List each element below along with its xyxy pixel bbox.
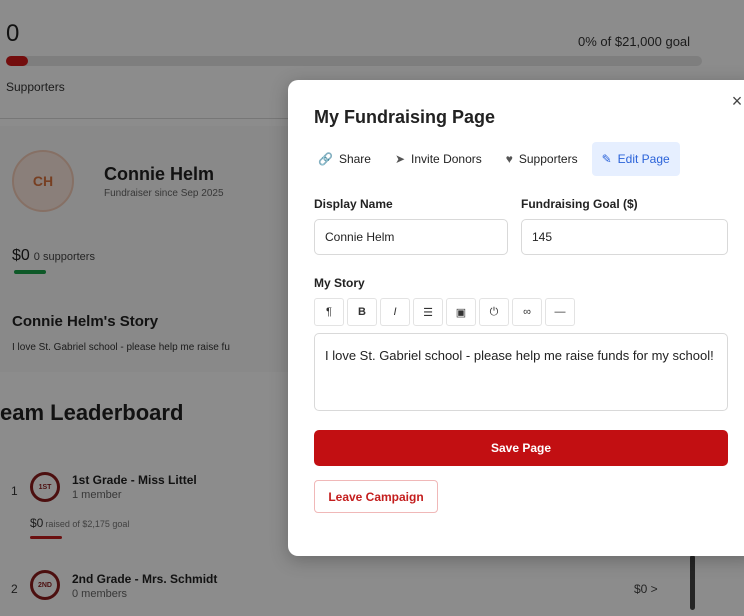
editor-toolbar: ¶ B I ☰ ▣ ⏻ ∞ — <box>314 298 575 326</box>
fundraising-goal-input[interactable] <box>521 219 728 255</box>
link-icon: 🔗 <box>318 152 333 166</box>
modal-tabs: 🔗 Share ➤ Invite Donors ♥ Supporters ✎ E… <box>308 142 680 176</box>
display-name-label: Display Name <box>314 197 393 211</box>
display-name-input[interactable] <box>314 219 508 255</box>
link-icon[interactable]: ∞ <box>512 298 542 326</box>
list-icon[interactable]: ☰ <box>413 298 443 326</box>
fundraising-page-modal: × My Fundraising Page 🔗 Share ➤ Invite D… <box>288 80 744 556</box>
tab-supporters[interactable]: ♥ Supporters <box>496 142 588 176</box>
tab-label: Edit Page <box>617 152 670 166</box>
video-icon[interactable]: ⏻ <box>479 298 509 326</box>
italic-icon[interactable]: I <box>380 298 410 326</box>
horizontal-rule-icon[interactable]: — <box>545 298 575 326</box>
story-editor[interactable]: I love St. Gabriel school - please help … <box>314 333 728 411</box>
tab-invite-donors[interactable]: ➤ Invite Donors <box>385 142 492 176</box>
close-icon[interactable]: × <box>728 90 744 112</box>
fundraising-goal-label: Fundraising Goal ($) <box>521 197 638 211</box>
save-page-button[interactable]: Save Page <box>314 430 728 466</box>
tab-label: Invite Donors <box>411 152 482 166</box>
tab-share[interactable]: 🔗 Share <box>308 142 381 176</box>
leave-campaign-button[interactable]: Leave Campaign <box>314 480 438 513</box>
tab-edit-page[interactable]: ✎ Edit Page <box>591 142 680 176</box>
tab-label: Supporters <box>518 152 578 166</box>
image-icon[interactable]: ▣ <box>446 298 476 326</box>
heart-icon: ♥ <box>505 152 513 166</box>
bold-icon[interactable]: B <box>347 298 377 326</box>
modal-title: My Fundraising Page <box>314 107 496 127</box>
paragraph-icon[interactable]: ¶ <box>314 298 344 326</box>
send-icon: ➤ <box>394 152 406 166</box>
tab-label: Share <box>338 152 371 166</box>
pencil-icon: ✎ <box>601 152 612 166</box>
my-story-label: My Story <box>314 276 365 290</box>
